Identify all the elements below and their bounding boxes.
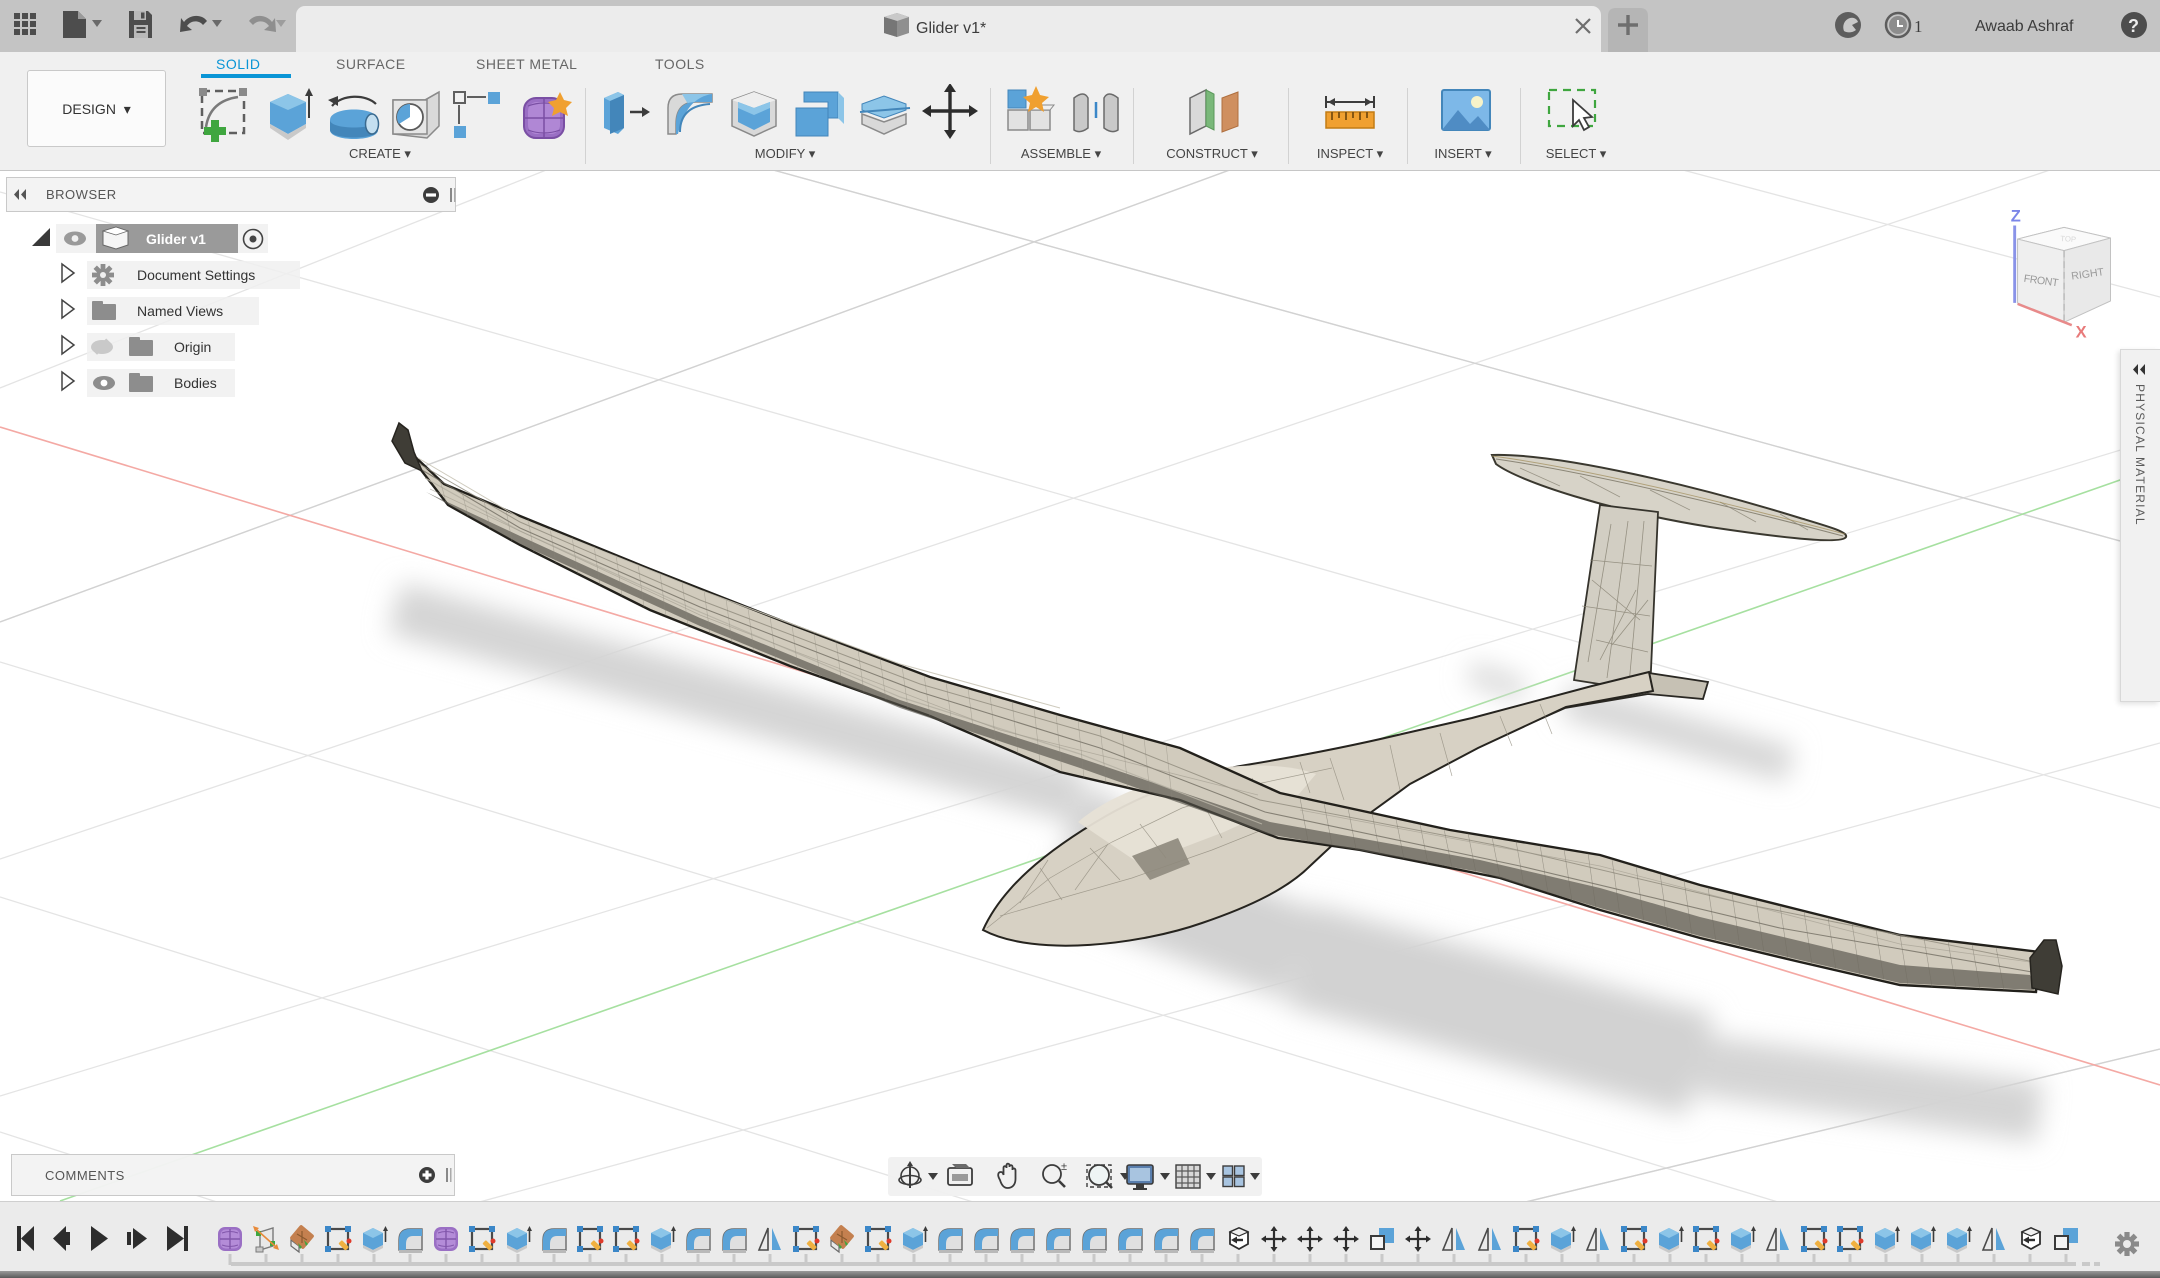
svg-text:Glider v1: Glider v1 — [146, 231, 206, 247]
svg-text:Bodies: Bodies — [174, 375, 217, 391]
svg-text:Z: Z — [2011, 208, 2021, 226]
svg-text:±: ± — [1061, 1161, 1067, 1173]
svg-text:Document Settings: Document Settings — [137, 267, 255, 283]
svg-text:1: 1 — [1914, 17, 1923, 36]
svg-text:X: X — [2076, 324, 2087, 342]
svg-text:?: ? — [2128, 16, 2139, 36]
svg-text:TOP: TOP — [2060, 234, 2076, 244]
svg-text:Glider v1*: Glider v1* — [916, 20, 986, 37]
svg-text:Awaab Ashraf: Awaab Ashraf — [1975, 18, 2074, 35]
svg-text:Named Views: Named Views — [137, 303, 223, 319]
svg-text:Origin: Origin — [174, 339, 211, 355]
